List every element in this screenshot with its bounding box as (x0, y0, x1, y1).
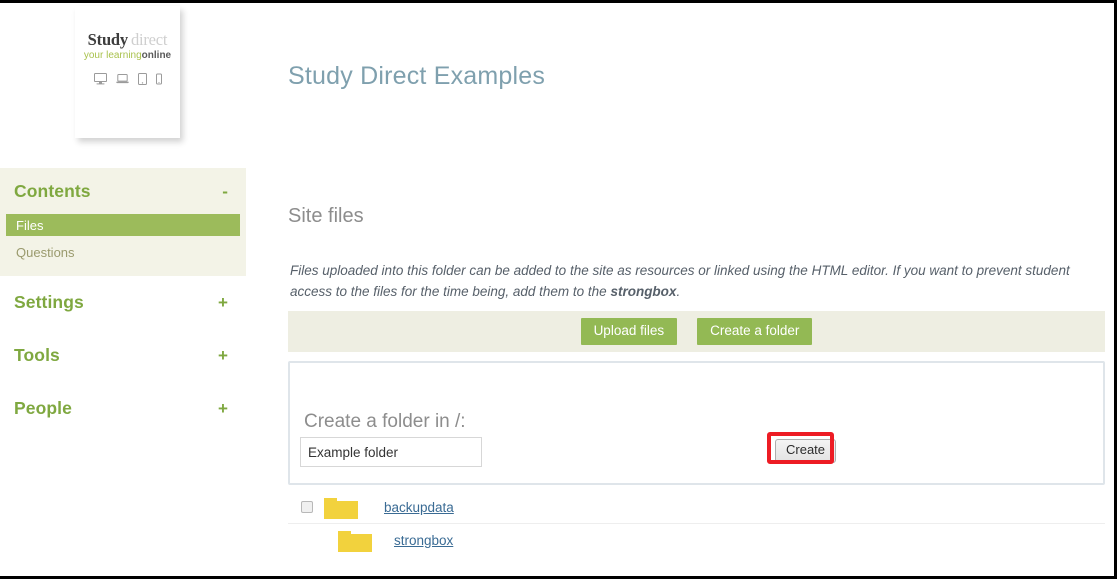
logo-word-direct: direct (130, 30, 168, 49)
intro-description: Files uploaded into this folder can be a… (290, 260, 1108, 302)
sidebar-section-people-label: People (14, 398, 72, 418)
sidebar-section-tools-label: Tools (14, 345, 60, 365)
sidebar-subitems-contents: Files Questions (0, 214, 246, 276)
sidebar-item-questions[interactable]: Questions (6, 241, 240, 263)
laptop-icon (115, 72, 129, 90)
sidebar-item-questions-label: Questions (16, 244, 75, 260)
files-toolbar: Upload files Create a folder (288, 311, 1105, 352)
sidebar-section-contents-label: Contents (14, 180, 91, 201)
logo-device-row (75, 72, 180, 90)
collapse-minus-icon[interactable]: - (222, 183, 228, 200)
sidebar-section-settings[interactable]: Settings + (0, 276, 246, 329)
page-root: Study direct your learningonline Content… (0, 0, 1117, 579)
section-title-site-files: Site files (288, 204, 364, 227)
file-link-strongbox[interactable]: strongbox (394, 533, 453, 548)
expand-plus-icon[interactable]: + (218, 294, 228, 311)
create-folder-submit-button[interactable]: Create (775, 439, 837, 463)
sidebar-item-files-label: Files (16, 217, 44, 233)
sidebar-section-settings-label: Settings (14, 292, 84, 312)
create-folder-panel: Create a folder in /: (288, 361, 1105, 485)
logo-word-study: Study (87, 30, 128, 49)
sidebar-nav: Contents - Files Questions Settings + To… (0, 168, 246, 435)
logo-tagline: your learningonline (75, 51, 180, 61)
sidebar-section-tools[interactable]: Tools + (0, 329, 246, 382)
site-logo-card[interactable]: Study direct your learningonline (75, 6, 180, 138)
tablet-icon (137, 72, 147, 90)
row-select-checkbox[interactable] (301, 501, 313, 513)
table-row[interactable]: strongbox (288, 524, 1105, 556)
sidebar-section-people[interactable]: People + (0, 382, 246, 435)
folder-name-input[interactable] (301, 439, 481, 465)
desktop-monitor-icon (93, 72, 107, 90)
sidebar-section-contents[interactable]: Contents - (0, 168, 246, 214)
file-link-backupdata[interactable]: backupdata (384, 500, 454, 515)
row-select-checkbox-cell (294, 534, 320, 546)
logo-tagline-dark: online (141, 50, 172, 61)
logo-tagline-green: your learning (83, 50, 142, 61)
upload-files-button[interactable]: Upload files (580, 317, 678, 346)
sidebar-item-files[interactable]: Files (6, 214, 240, 236)
logo-wordmark: Study direct (75, 30, 180, 49)
folder-name-field-wrap (300, 437, 482, 467)
folder-icon (324, 495, 366, 519)
folder-icon (338, 528, 380, 552)
expand-plus-icon[interactable]: + (218, 347, 228, 364)
expand-plus-icon[interactable]: + (218, 400, 228, 417)
table-row[interactable]: backupdata (288, 491, 1105, 524)
create-a-folder-button[interactable]: Create a folder (697, 317, 813, 346)
intro-tail-text: . (676, 283, 681, 299)
file-list: backupdata strongbox (288, 491, 1105, 556)
page-title: Study Direct Examples (288, 61, 546, 90)
intro-strongbox-term: strongbox (610, 283, 677, 299)
phone-icon (155, 72, 162, 90)
row-select-checkbox-cell[interactable] (294, 501, 320, 513)
create-folder-panel-title: Create a folder in /: (304, 411, 466, 432)
